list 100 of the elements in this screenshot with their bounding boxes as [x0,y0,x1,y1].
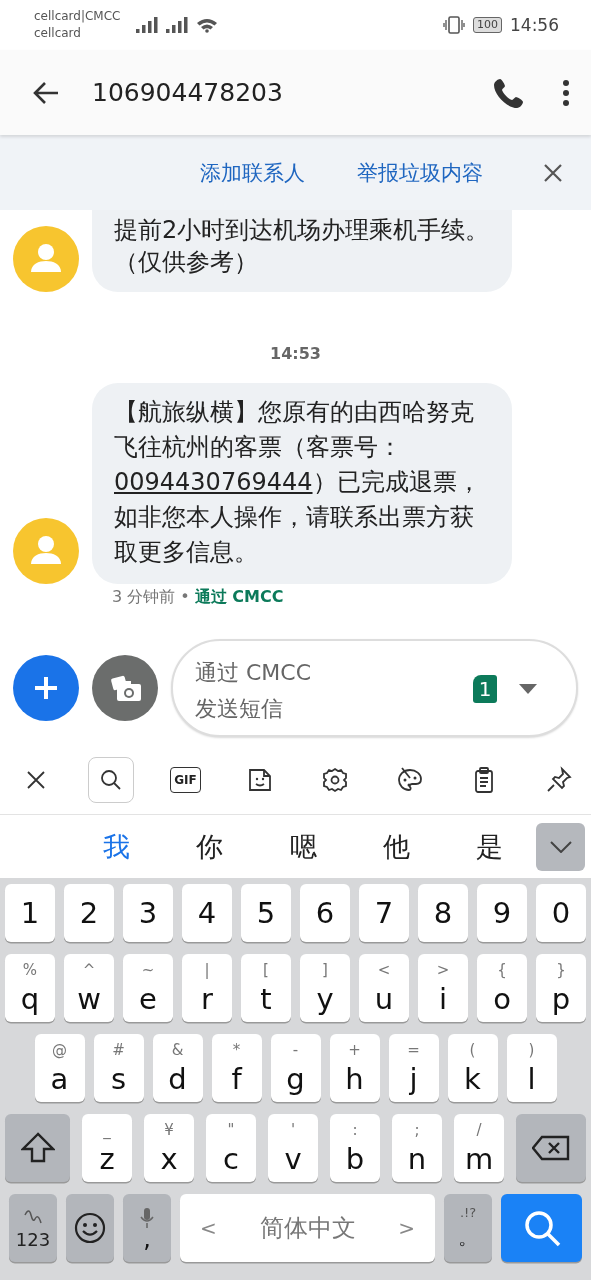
key[interactable]: 2 [64,884,114,942]
separator-dot: • [180,586,190,608]
key-hint: % [22,962,38,978]
numbers-key[interactable]: 123 [9,1194,57,1262]
key[interactable]: ( k [447,1034,498,1102]
key-label: 简体中文 [259,1213,356,1244]
key-label: 。 [458,1224,478,1251]
emoji-key[interactable] [66,1194,114,1262]
toolbar-tab[interactable] [87,756,134,803]
report-spam-button[interactable]: 举报垃圾内容 [351,154,489,191]
period-key[interactable]: .!? 。 [444,1194,492,1262]
key[interactable]: [ t [241,954,291,1022]
key[interactable]: ¥ x [144,1114,194,1182]
key[interactable]: { o [477,954,527,1022]
key[interactable]: 1 [5,884,55,942]
key[interactable]: 4 [182,884,232,942]
space-key[interactable]: < 简体中文 > [180,1194,435,1262]
key[interactable]: 6 [300,884,350,942]
expand-candidates-button[interactable] [536,822,586,871]
key-label: 4 [197,895,217,932]
key-hint: _ [103,1122,111,1138]
more-options-icon[interactable] [561,78,571,107]
key-label: q [20,984,40,1014]
key[interactable]: | r [182,954,232,1022]
key[interactable]: 5 [241,884,291,942]
key-label: v [284,1144,302,1174]
add-icon[interactable] [13,654,79,721]
candidate-word[interactable]: 嗯 [256,828,350,865]
chevron-down-icon [549,840,572,853]
candidate-word[interactable]: 他 [349,828,444,865]
key-label: 7 [374,895,394,932]
key-label: 1 [20,895,40,932]
key-label: 2 [79,895,99,932]
key[interactable]: } p [536,954,586,1022]
candidate-word[interactable]: 是 [443,828,537,865]
key[interactable]: ) l [506,1034,557,1102]
key-label: o [493,984,511,1014]
candidate-word[interactable]: 我 [70,828,164,865]
candidate-word[interactable]: 你 [163,828,257,865]
settings-icon[interactable] [320,765,349,794]
key-hint: ~ [141,962,155,978]
key-label: a [50,1064,69,1094]
key-label: r [201,984,213,1014]
key[interactable]: / m [454,1114,504,1182]
add-contact-button[interactable]: 添加联系人 [194,154,311,191]
ticket-number-link[interactable]: 0094430769444 [114,468,313,496]
key[interactable]: = j [388,1034,439,1102]
wifi-icon [196,17,219,33]
key-label: f [231,1064,242,1094]
shift-key[interactable] [5,1114,70,1182]
backspace-key[interactable] [516,1114,586,1182]
key-hint: - [292,1042,299,1058]
emoji-icon [74,1212,106,1244]
back-arrow-icon[interactable] [32,80,60,105]
key-label: 3 [138,895,158,932]
key-label: k [464,1064,481,1094]
key[interactable]: ; n [392,1114,442,1182]
key[interactable]: < u [359,954,409,1022]
key[interactable]: ^ w [64,954,114,1022]
gif-button[interactable]: GIF [170,766,201,793]
key-hint: @ [52,1042,67,1058]
key[interactable]: - g [270,1034,321,1102]
dropdown-caret-icon[interactable] [519,683,537,694]
key-hint: & [171,1042,184,1058]
key-hint: ] [322,962,328,978]
key[interactable]: & d [152,1034,203,1102]
close-icon[interactable] [543,162,563,183]
key-label: 6 [315,895,335,932]
key[interactable]: 9 [477,884,527,942]
key[interactable]: : b [330,1114,380,1182]
key[interactable]: + h [329,1034,380,1102]
key[interactable]: 7 [359,884,409,942]
phone-icon[interactable] [493,76,525,109]
key[interactable]: * f [211,1034,262,1102]
key[interactable]: ' v [268,1114,318,1182]
key[interactable]: # s [93,1034,144,1102]
key[interactable]: 8 [418,884,468,942]
key[interactable]: 3 [123,884,173,942]
palette-icon[interactable] [395,765,424,794]
key[interactable]: 0 [536,884,586,942]
comma-key[interactable]: , [123,1194,171,1262]
battery-level: 100 [473,17,502,33]
microphone-icon [140,1207,154,1229]
key[interactable]: > i [418,954,468,1022]
backspace-icon [532,1135,570,1161]
shift-icon [20,1132,55,1164]
key-label: l [527,1064,536,1094]
camera-icon[interactable] [92,654,158,721]
search-key[interactable] [501,1194,582,1262]
key-label: z [99,1144,115,1174]
key[interactable]: % q [5,954,55,1022]
key[interactable]: ] y [300,954,350,1022]
key-label: x [160,1144,178,1174]
key[interactable]: _ z [82,1114,132,1182]
key[interactable]: @ a [34,1034,85,1102]
key-hint: ^ [82,962,96,978]
left-arrow-label: < [200,1216,217,1240]
key[interactable]: ~ e [123,954,173,1022]
key[interactable]: " c [206,1114,256,1182]
key-hint: { [497,962,507,978]
